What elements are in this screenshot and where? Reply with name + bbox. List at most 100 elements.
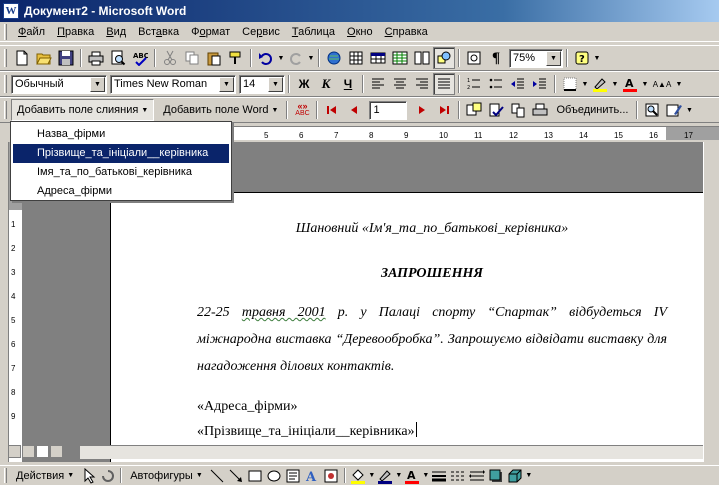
menu-edit[interactable]: Правка — [51, 26, 100, 38]
open-folder-icon[interactable] — [33, 47, 55, 69]
insert-excel-icon[interactable] — [389, 47, 411, 69]
style-combo[interactable]: Обычный ▼ — [11, 74, 107, 94]
spelling-icon[interactable]: ABC — [129, 47, 151, 69]
menu-file[interactable]: Файл — [12, 26, 51, 38]
toolbar-grip[interactable] — [4, 75, 7, 93]
insert-word-field-button[interactable]: Добавить поле Word ▼ — [158, 99, 283, 121]
fill-color-icon[interactable] — [349, 466, 368, 485]
wordart-icon[interactable]: A — [303, 466, 322, 485]
font-color-icon[interactable]: A — [403, 466, 422, 485]
insert-merge-field-button[interactable]: Добавить поле слияния ▼ — [11, 99, 155, 121]
chevron-down-icon[interactable]: ▼ — [422, 465, 430, 485]
free-rotate-icon[interactable] — [98, 466, 117, 485]
print-layout-icon[interactable] — [36, 445, 49, 458]
menu-window[interactable]: Окно — [341, 26, 379, 38]
normal-view-icon[interactable] — [8, 445, 21, 458]
check-errors-icon[interactable] — [485, 99, 507, 121]
chevron-down-icon[interactable]: ▼ — [219, 76, 234, 92]
chevron-down-icon[interactable]: ▼ — [90, 76, 105, 92]
cut-scissors-icon[interactable] — [159, 47, 181, 69]
3d-icon[interactable] — [506, 466, 525, 485]
hyperlink-globe-icon[interactable] — [323, 47, 345, 69]
merge-field-option[interactable]: Адреса_фірми — [13, 182, 229, 201]
greeting-line[interactable]: Шановний «Ім'я_та_по_батькові_керівника» — [197, 221, 667, 237]
chevron-down-icon[interactable]: ▼ — [268, 76, 283, 92]
font-combo[interactable]: Times New Roman ▼ — [110, 74, 236, 94]
merge-field-option-selected[interactable]: Прізвище_та_ініціали__керівника — [13, 144, 229, 163]
view-merged-data-icon[interactable]: «» ABC — [291, 99, 313, 121]
horizontal-scrollbar[interactable] — [80, 445, 703, 459]
save-disk-icon[interactable] — [55, 47, 77, 69]
arrow-icon[interactable] — [227, 466, 246, 485]
highlight-icon[interactable] — [589, 73, 611, 95]
print-icon[interactable] — [85, 47, 107, 69]
merge-to-new-document-icon[interactable] — [507, 99, 529, 121]
body-paragraph[interactable]: 22-25 травня 2001 р. у Палаці спорту “Сп… — [197, 299, 667, 380]
undo-dropdown-icon[interactable]: ▼ — [277, 47, 285, 69]
toolbar-grip[interactable] — [4, 49, 7, 67]
menu-insert[interactable]: Вставка — [132, 26, 185, 38]
merge-field-address[interactable]: «Адреса_фірми» — [197, 399, 667, 415]
menu-tools[interactable]: Сервис — [236, 26, 286, 38]
toolbar-grip[interactable] — [4, 101, 7, 119]
align-left-icon[interactable] — [367, 73, 389, 95]
dash-style-icon[interactable] — [449, 466, 468, 485]
previous-record-icon[interactable] — [343, 99, 365, 121]
menu-table[interactable]: Таблица — [286, 26, 341, 38]
line-color-icon[interactable] — [376, 466, 395, 485]
paste-icon[interactable] — [203, 47, 225, 69]
line-icon[interactable] — [208, 466, 227, 485]
outline-view-icon[interactable] — [50, 445, 63, 458]
redo-dropdown-icon[interactable]: ▼ — [307, 47, 315, 69]
italic-button[interactable]: К — [315, 73, 337, 95]
undo-icon[interactable] — [255, 47, 277, 69]
chevron-down-icon[interactable]: ▼ — [611, 73, 619, 95]
redo-icon[interactable] — [285, 47, 307, 69]
borders-icon[interactable] — [559, 73, 581, 95]
find-record-icon[interactable] — [641, 99, 663, 121]
bullets-icon[interactable] — [485, 73, 507, 95]
web-layout-icon[interactable] — [22, 445, 35, 458]
autoshapes-button[interactable]: Автофигуры ▼ — [125, 466, 208, 485]
grow-font-icon[interactable]: A▲A — [649, 73, 675, 95]
record-number-field[interactable]: 1 — [369, 100, 408, 120]
chevron-down-icon[interactable]: ▼ — [581, 73, 589, 95]
first-record-icon[interactable] — [321, 99, 343, 121]
copy-icon[interactable] — [181, 47, 203, 69]
next-record-icon[interactable] — [411, 99, 433, 121]
edit-data-source-icon[interactable] — [663, 99, 685, 121]
draw-actions-button[interactable]: Действия ▼ — [11, 466, 79, 485]
align-right-icon[interactable] — [411, 73, 433, 95]
font-size-combo[interactable]: 14 ▼ — [239, 74, 285, 94]
last-record-icon[interactable] — [433, 99, 455, 121]
office-assistant-help-icon[interactable]: ? — [571, 47, 593, 69]
chevron-down-icon[interactable]: ▼ — [641, 73, 649, 95]
shadow-icon[interactable] — [487, 466, 506, 485]
numbering-icon[interactable]: 12 — [463, 73, 485, 95]
line-style-icon[interactable] — [430, 466, 449, 485]
toolbar-grip[interactable] — [4, 23, 7, 40]
toolbar-grip[interactable] — [4, 468, 7, 483]
arrow-style-icon[interactable] — [468, 466, 487, 485]
bold-button[interactable]: Ж — [293, 73, 315, 95]
document-map-icon[interactable] — [463, 47, 485, 69]
vertical-scrollbar[interactable] — [703, 142, 719, 462]
oval-icon[interactable] — [265, 466, 284, 485]
format-painter-icon[interactable] — [225, 47, 247, 69]
mail-merge-helper-icon[interactable] — [463, 99, 485, 121]
insert-table-icon[interactable] — [367, 47, 389, 69]
increase-indent-icon[interactable] — [529, 73, 551, 95]
text-box-icon[interactable] — [284, 466, 303, 485]
font-color-icon[interactable]: A — [619, 73, 641, 95]
chevron-down-icon[interactable]: ▼ — [546, 50, 561, 66]
zoom-combo[interactable]: 75% ▼ — [509, 48, 563, 68]
menu-help[interactable]: Справка — [379, 26, 434, 38]
align-center-icon[interactable] — [389, 73, 411, 95]
merge-field-surname[interactable]: «Прізвище_та_ініціали__керівника» — [197, 422, 667, 440]
rectangle-icon[interactable] — [246, 466, 265, 485]
merge-to-printer-icon[interactable] — [529, 99, 551, 121]
tables-borders-icon[interactable] — [345, 47, 367, 69]
select-objects-arrow-icon[interactable] — [79, 466, 98, 485]
word-app-icon[interactable]: W — [3, 3, 19, 19]
underline-button[interactable]: Ч — [337, 73, 359, 95]
